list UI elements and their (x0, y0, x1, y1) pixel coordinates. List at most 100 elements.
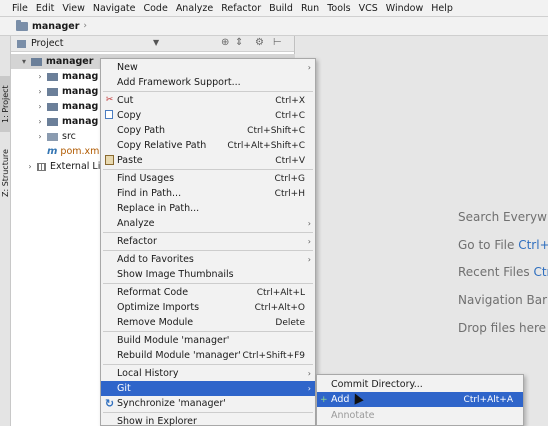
chevron-right-icon[interactable]: › (35, 132, 45, 141)
module-folder-icon (47, 72, 58, 81)
menu-item-new[interactable]: New › (101, 60, 315, 75)
editor-area: Search Everywhe Go to File Ctrl+S Recent… (296, 36, 548, 426)
menu-build[interactable]: Build (269, 3, 293, 14)
menu-item-optimize-imports[interactable]: Optimize Imports Ctrl+Alt+O (101, 300, 315, 315)
hint-search-everywhere: Search Everywhe (458, 210, 548, 224)
menu-item-add-framework[interactable]: Add Framework Support... (101, 75, 315, 90)
chevron-right-icon[interactable]: › (35, 102, 45, 111)
tree-item[interactable]: › manag (35, 84, 98, 99)
tree-item[interactable]: › src (35, 129, 75, 144)
left-tool-strip: 1: Project Z: Structure (0, 36, 11, 426)
menu-item-copy-path[interactable]: Copy Path Ctrl+Shift+C (101, 123, 315, 138)
menu-separator (103, 250, 313, 251)
menu-refactor[interactable]: Refactor (221, 3, 261, 14)
tree-item[interactable]: › External Li (25, 159, 100, 174)
menu-item-find-usages[interactable]: Find Usages Ctrl+G (101, 171, 315, 186)
chevron-right-icon[interactable]: › (35, 87, 45, 96)
menu-run[interactable]: Run (301, 3, 319, 14)
menu-item-git[interactable]: Git › (101, 381, 315, 396)
tab-project[interactable]: 1: Project (0, 76, 11, 132)
menu-item-cut[interactable]: ✂ Cut Ctrl+X (101, 93, 315, 108)
menu-window[interactable]: Window (386, 3, 423, 14)
sync-scroll-icon[interactable]: ⊕ (221, 37, 229, 48)
menu-item-rebuild-module[interactable]: Rebuild Module 'manager' Ctrl+Shift+F9 (101, 348, 315, 363)
gear-icon[interactable]: ⚙ (255, 37, 264, 48)
hide-icon[interactable]: ⊢ (273, 37, 282, 48)
menu-item-show-in-explorer[interactable]: Show in Explorer (101, 414, 315, 426)
menu-item-build-module[interactable]: Build Module 'manager' (101, 333, 315, 348)
tree-item[interactable]: m pom.xm (45, 144, 99, 159)
chevron-down-icon[interactable]: ▼ (153, 38, 159, 47)
project-view-icon (17, 39, 26, 48)
menu-help[interactable]: Help (431, 3, 453, 14)
menu-separator (103, 364, 313, 365)
menu-item-paste[interactable]: Paste Ctrl+V (101, 153, 315, 168)
menu-item-reformat-code[interactable]: Reformat Code Ctrl+Alt+L (101, 285, 315, 300)
menu-item-refactor[interactable]: Refactor › (101, 234, 315, 249)
tree-item-label: manag (62, 101, 99, 112)
menu-separator (103, 412, 313, 413)
menu-bar: File Edit View Navigate Code Analyze Ref… (0, 0, 548, 17)
chevron-right-icon[interactable]: › (35, 117, 45, 126)
menu-code[interactable]: Code (143, 3, 167, 14)
clipboard-icon (105, 155, 114, 165)
menu-item-copy[interactable]: Copy Ctrl+C (101, 108, 315, 123)
tree-item-label: manag (62, 86, 99, 97)
menu-separator (103, 91, 313, 92)
hint-go-to-file: Go to File Ctrl+S (458, 238, 548, 252)
hint-drop-files: Drop files here to (458, 321, 548, 335)
library-icon (37, 162, 46, 171)
tab-structure[interactable]: Z: Structure (0, 140, 11, 206)
module-folder-icon (31, 57, 42, 66)
menu-analyze[interactable]: Analyze (176, 3, 213, 14)
menu-tools[interactable]: Tools (327, 3, 350, 14)
git-submenu: Commit Directory... + Add Ctrl+Alt+A Anno… (316, 374, 524, 426)
folder-icon (16, 19, 28, 31)
chevron-right-icon: › (307, 369, 311, 378)
menu-item-find-in-path[interactable]: Find in Path... Ctrl+H (101, 186, 315, 201)
project-panel-header: Project ▼ ⊕ ⇕ ⚙ ⊢ (11, 36, 294, 52)
menu-item-analyze[interactable]: Analyze › (101, 216, 315, 231)
tree-item[interactable]: › manag (35, 99, 98, 114)
module-folder-icon (47, 87, 58, 96)
project-panel-title[interactable]: Project (31, 38, 64, 49)
chevron-down-icon[interactable]: ▾ (19, 57, 29, 66)
tree-item-label: manag (62, 116, 99, 127)
chevron-right-icon: › (307, 384, 311, 393)
menu-item-show-thumbnails[interactable]: Show Image Thumbnails (101, 267, 315, 282)
chevron-right-icon: › (307, 219, 311, 228)
context-menu: New › Add Framework Support... ✂ Cut Ctrl+… (100, 58, 316, 426)
menu-separator (103, 283, 313, 284)
module-folder-icon (47, 117, 58, 126)
menu-item-add-favorites[interactable]: Add to Favorites › (101, 252, 315, 267)
tree-item[interactable]: › manag (35, 69, 98, 84)
menu-item-copy-relative-path[interactable]: Copy Relative Path Ctrl+Alt+Shift+C (101, 138, 315, 153)
menu-file[interactable]: File (12, 3, 28, 14)
copy-icon (105, 110, 113, 119)
hint-navigation-bar: Navigation Bar A (458, 293, 548, 307)
tree-item-label: manag (62, 71, 99, 82)
breadcrumb-project[interactable]: manager (32, 21, 79, 32)
menu-item-annotate: Annotate (331, 410, 375, 421)
chevron-right-icon: › (307, 63, 311, 72)
menu-navigate[interactable]: Navigate (93, 3, 136, 14)
hint-recent-files: Recent Files Ctrl- (458, 265, 548, 279)
menu-edit[interactable]: Edit (36, 3, 54, 14)
collapse-icon[interactable]: ⇕ (235, 37, 243, 48)
breadcrumb: manager › (0, 17, 548, 36)
chevron-right-icon[interactable]: › (35, 72, 45, 81)
tree-item-label: External Li (50, 161, 101, 172)
menu-item-synchronize[interactable]: ↻ Synchronize 'manager' (101, 396, 315, 411)
menu-item-replace-in-path[interactable]: Replace in Path... (101, 201, 315, 216)
menu-item-git-add[interactable]: + Add Ctrl+Alt+A (317, 392, 523, 407)
menu-item-commit-directory[interactable]: Commit Directory... (317, 377, 523, 392)
chevron-right-icon[interactable]: › (25, 162, 35, 171)
menu-vcs[interactable]: VCS (359, 3, 378, 14)
menu-item-local-history[interactable]: Local History › (101, 366, 315, 381)
menu-separator (103, 232, 313, 233)
maven-icon: m (47, 146, 58, 157)
tree-item[interactable]: › manag (35, 114, 98, 129)
menu-item-remove-module[interactable]: Remove Module Delete (101, 315, 315, 330)
menu-view[interactable]: View (62, 3, 85, 14)
scissors-icon: ✂ (105, 95, 114, 105)
